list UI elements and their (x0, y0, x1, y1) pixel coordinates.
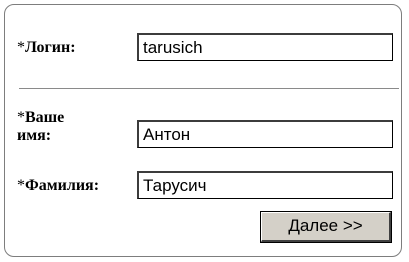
required-mark: * (17, 109, 25, 126)
section-divider (19, 88, 399, 89)
last-name-input[interactable]: Тарусич (137, 171, 393, 199)
first-name-label-line1: Ваше (25, 109, 65, 126)
next-button[interactable]: Далее >> (260, 211, 392, 243)
last-name-label-text: Фамилия: (25, 177, 100, 194)
last-name-label: *Фамилия: (17, 177, 99, 195)
first-name-input[interactable]: Антон (137, 120, 393, 148)
registration-form-panel: *Логин: tarusich *Ваше имя: Антон *Фамил… (4, 4, 402, 257)
login-label: *Логин: (17, 39, 76, 57)
required-mark: * (17, 177, 25, 194)
required-mark: * (17, 39, 25, 56)
first-name-label: *Ваше имя: (17, 109, 64, 145)
login-label-text: Логин: (25, 39, 76, 56)
login-input[interactable]: tarusich (137, 33, 393, 61)
first-name-label-line2: имя: (17, 127, 52, 144)
